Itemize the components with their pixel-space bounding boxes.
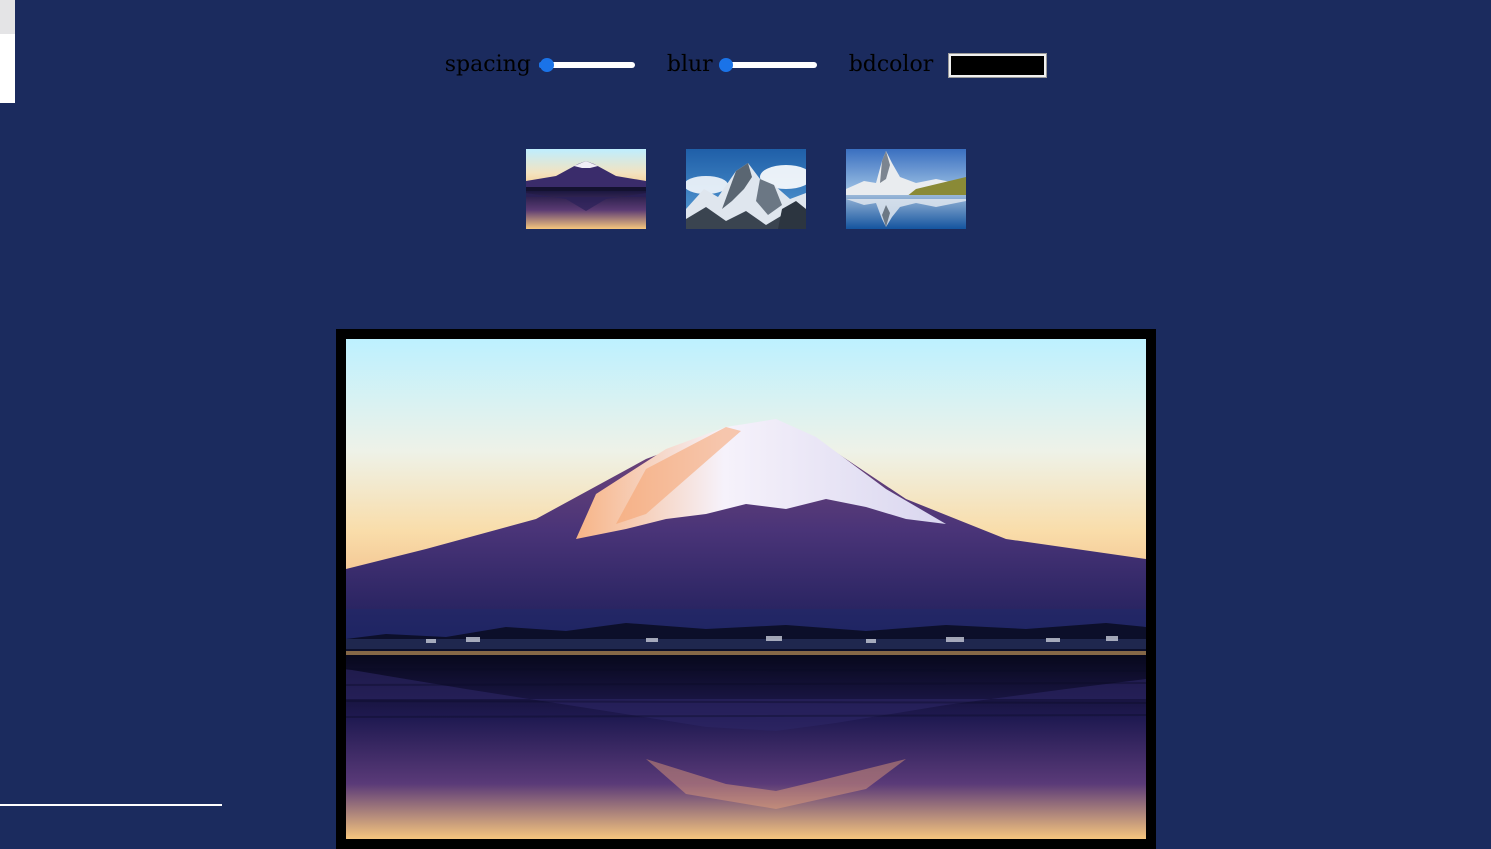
thumbnail-strip xyxy=(0,149,1491,229)
blur-control: blur xyxy=(667,51,849,79)
blur-slider-track xyxy=(720,62,817,68)
blur-slider[interactable] xyxy=(718,55,817,75)
everest-thumbnail[interactable] xyxy=(685,149,806,229)
spacing-slider[interactable] xyxy=(538,55,635,75)
blur-label: blur xyxy=(666,52,713,77)
spacing-control: spacing xyxy=(445,51,667,79)
controls-bar: spacing blur bdcolor xyxy=(0,51,1491,79)
spacing-label: spacing xyxy=(444,52,531,77)
mount-fuji-reflection xyxy=(346,339,1146,839)
clipped-panel-header xyxy=(0,0,15,34)
bdcolor-picker[interactable] xyxy=(948,52,1048,78)
mount-fuji-thumbnail[interactable] xyxy=(525,149,646,229)
blur-slider-thumb[interactable] xyxy=(718,58,733,72)
matterhorn-thumbnail[interactable] xyxy=(845,149,966,229)
bdcolor-control: bdcolor xyxy=(848,51,1048,79)
bdcolor-label: bdcolor xyxy=(848,52,934,77)
spacing-slider-thumb[interactable] xyxy=(539,58,554,72)
main-image-frame xyxy=(336,329,1156,849)
